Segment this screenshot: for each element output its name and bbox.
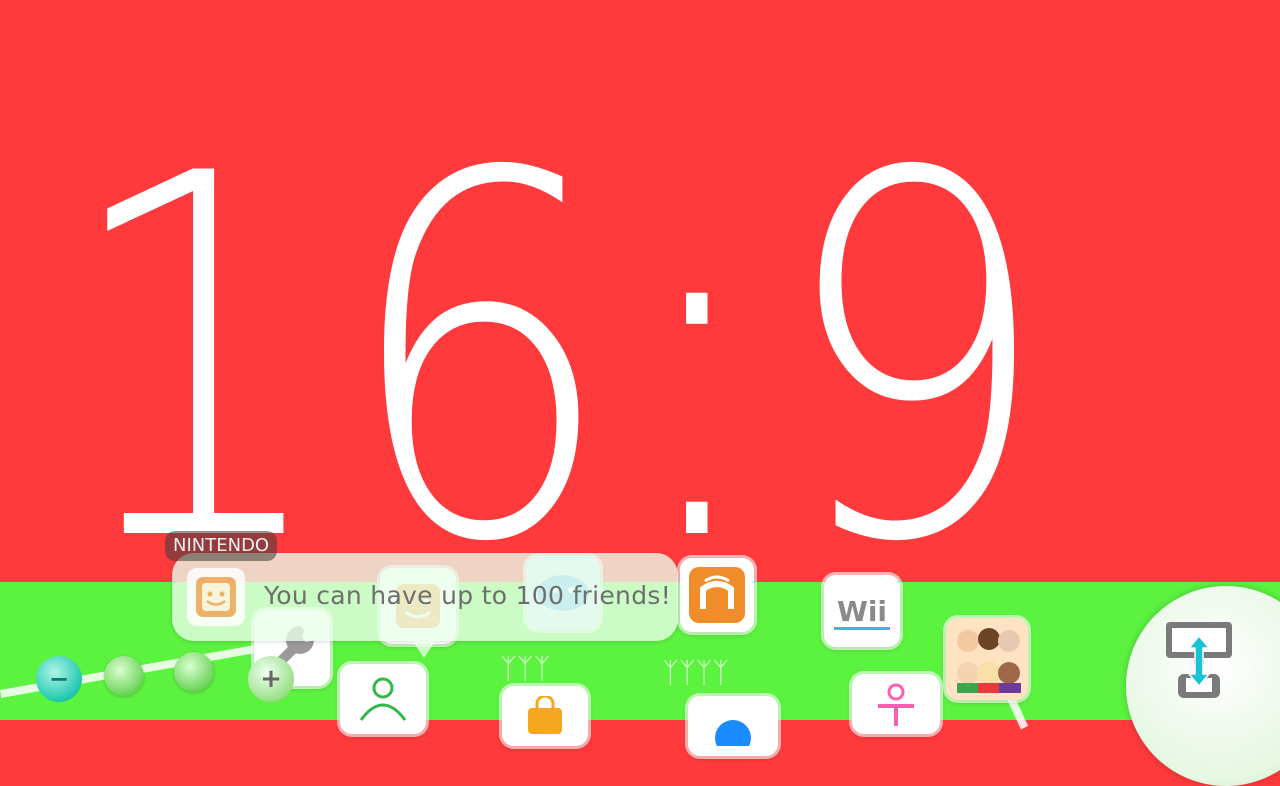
wii-menu-icon[interactable]: Wii (824, 575, 900, 647)
notification-message: You can have up to 100 friends! (264, 581, 672, 610)
nintendo-eshop-icon[interactable] (502, 686, 588, 746)
tvii-icon[interactable] (852, 674, 940, 734)
page-dot[interactable] (174, 652, 214, 692)
field-figures: ᛉᛉᛉ (500, 652, 551, 685)
zoom-in-label: + (260, 664, 282, 694)
internet-browser-icon[interactable] (688, 696, 778, 756)
mii-maker-icon[interactable] (946, 618, 1028, 700)
gamepad-screen-switch-icon (1166, 622, 1232, 698)
notification-bubble[interactable]: You can have up to 100 friends! (172, 553, 678, 641)
parental-controls-icon[interactable] (340, 664, 426, 734)
svg-text:Wii: Wii (837, 595, 887, 628)
bubble-pointer (412, 640, 436, 658)
field-figures: ᛉᛉᛉᛉ (662, 656, 730, 689)
zoom-out-label: − (48, 665, 70, 693)
zoom-in-button[interactable]: + (248, 656, 294, 702)
zoom-out-button[interactable]: − (36, 656, 82, 702)
notification-source-tag: NINTENDO (165, 531, 278, 561)
nintendo-network-icon[interactable] (680, 558, 754, 632)
friend-list-icon (187, 568, 245, 626)
page-dot[interactable] (104, 656, 144, 696)
